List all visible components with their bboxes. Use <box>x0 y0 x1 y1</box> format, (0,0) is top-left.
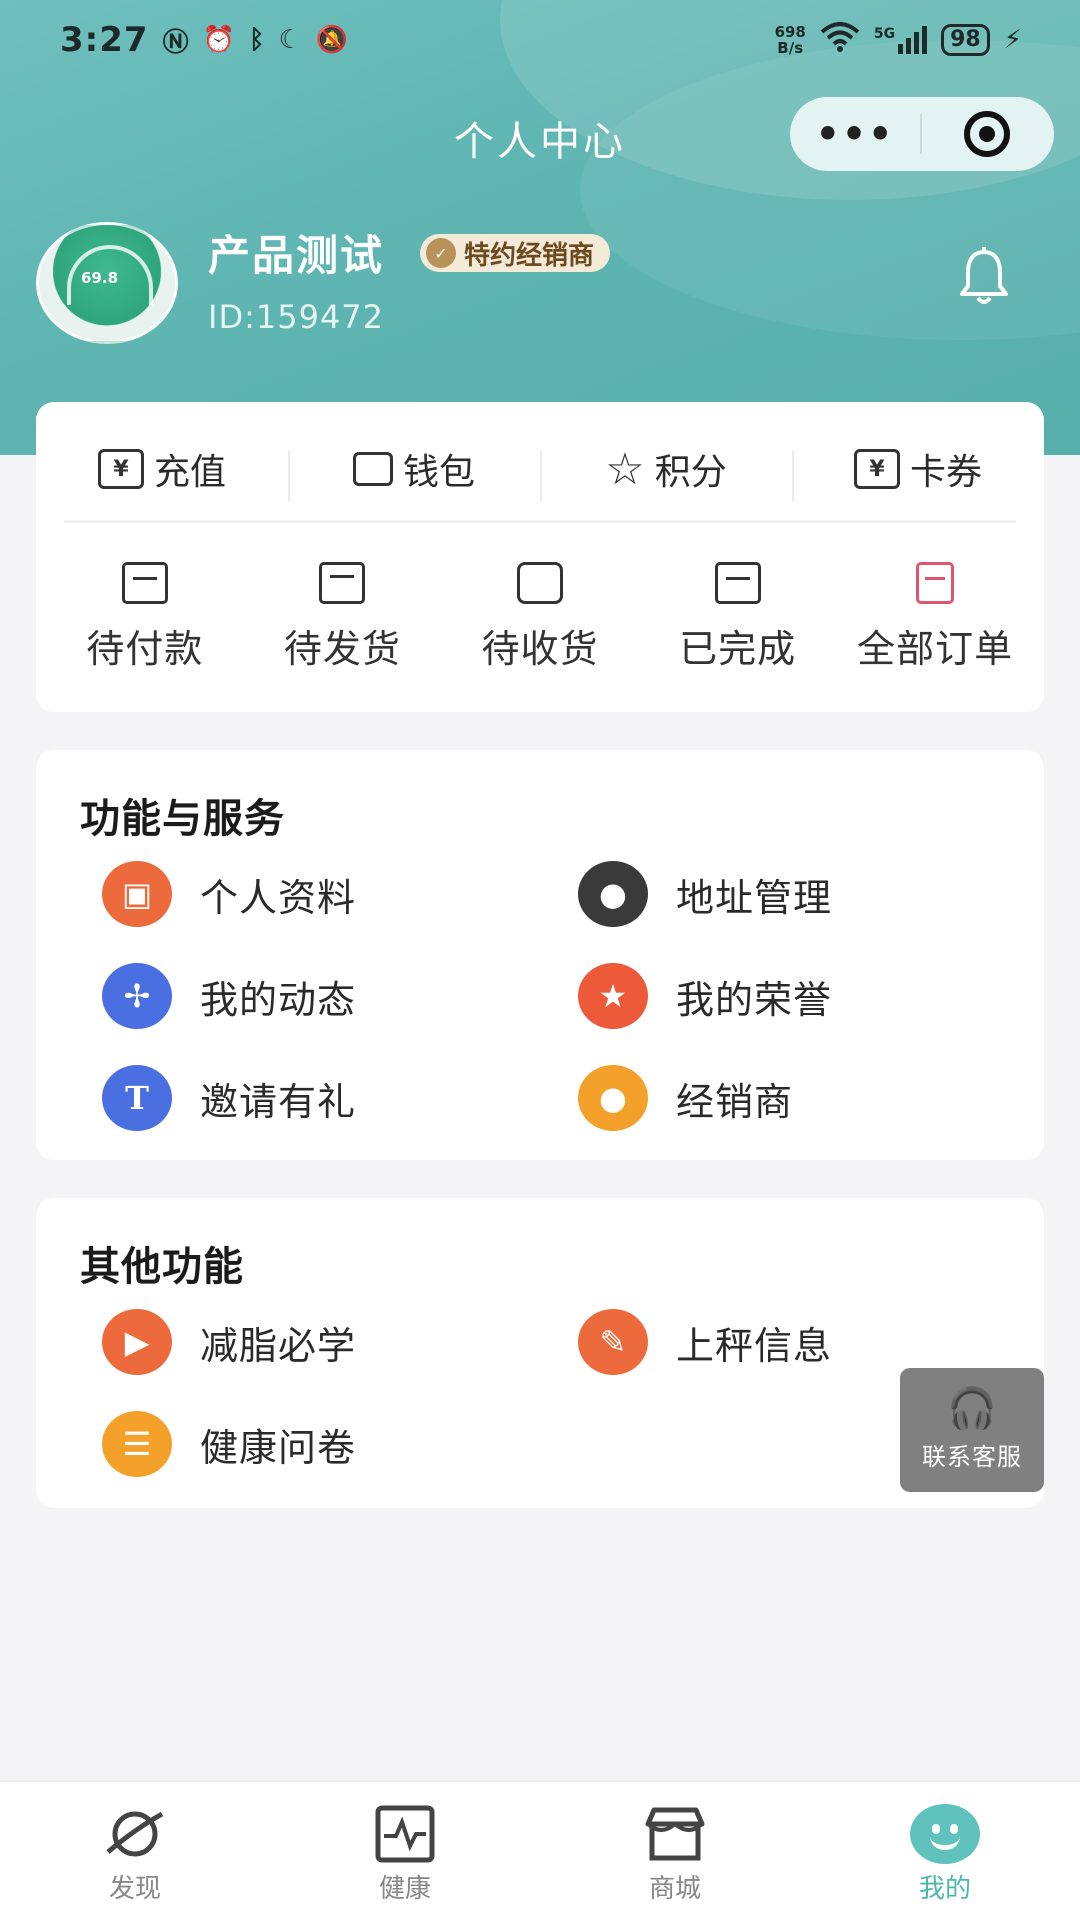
target-icon <box>964 111 1010 157</box>
services-grid: ▣ 个人资料 ● 地址管理 ✢ 我的动态 ★ 我的荣誉 T 邀请有礼 ● 经销商 <box>102 858 1002 1134</box>
service-item-distributor[interactable]: ● 经销商 <box>578 1062 1002 1134</box>
star-outline-icon: ☆ <box>605 443 645 495</box>
recharge-button[interactable]: ¥ 充值 <box>36 443 288 495</box>
pending-shipment-button[interactable]: 待发货 <box>244 562 442 673</box>
pending-payment-button[interactable]: 待付款 <box>46 562 244 673</box>
assets-orders-card: ¥ 充值 钱包 ☆ 积分 ¥ 卡券 待付款 待发货 待收货 已完成 全部订单 <box>36 402 1044 712</box>
pending-receipt-button[interactable]: 待收货 <box>441 562 639 673</box>
avatar[interactable]: 69.8 <box>36 222 178 344</box>
customer-service-button[interactable]: 🎧 联系客服 <box>900 1368 1044 1492</box>
bluetooth-icon: ᛒ <box>248 25 265 55</box>
tab-discover[interactable]: 发现 <box>0 1782 270 1920</box>
smiley-icon <box>910 1804 980 1864</box>
pending-payment-icon <box>121 562 168 604</box>
notification-bell-icon[interactable] <box>954 246 1014 308</box>
service-item-activity[interactable]: ✢ 我的动态 <box>102 960 578 1032</box>
network-speed: 698 B/s <box>774 23 806 57</box>
user-id: ID:159472 <box>208 298 385 336</box>
store-icon <box>640 1804 710 1864</box>
status-time: 3:27 <box>60 20 149 60</box>
nfc-icon: Ⓝ <box>162 27 189 58</box>
member-badge: ✓ 特约经销商 <box>420 234 611 272</box>
box-icon <box>319 562 366 604</box>
signal-icon: 5G <box>874 26 928 54</box>
service-item-invite[interactable]: T 邀请有礼 <box>102 1062 578 1134</box>
star-badge-icon: ★ <box>578 963 648 1029</box>
coupon-icon: ¥ <box>853 449 900 489</box>
title-bar: 个人中心 ••• <box>0 95 1080 175</box>
battery-indicator: 98 <box>941 24 990 56</box>
other-functions-card: 其他功能 ▶ 减脂必学 ✎ 上秤信息 ☰ 健康问卷 <box>36 1198 1044 1508</box>
all-orders-button[interactable]: 全部订单 <box>836 562 1034 673</box>
order-status-row: 待付款 待发货 待收货 已完成 全部订单 <box>46 562 1034 673</box>
mini-program-capsule: ••• <box>790 97 1054 171</box>
completed-button[interactable]: 已完成 <box>639 562 837 673</box>
truck-icon <box>516 562 563 604</box>
person-icon: ● <box>578 1065 648 1131</box>
video-play-icon: ▶ <box>102 1309 172 1375</box>
profile-section: 69.8 产品测试 ✓ 特约经销商 ID:159472 <box>36 222 1044 344</box>
service-item-address[interactable]: ● 地址管理 <box>578 858 1002 930</box>
profile-card-icon: ▣ <box>102 861 172 927</box>
status-bar: 3:27 Ⓝ ⏰ ᛒ ☾ 🔕 698 B/s 5G 98 ⚡ <box>0 0 1080 80</box>
message-check-icon <box>714 562 761 604</box>
planet-icon <box>100 1804 170 1864</box>
charging-icon: ⚡ <box>1003 25 1022 55</box>
pinwheel-icon: ✢ <box>102 963 172 1029</box>
section-title: 其他功能 <box>80 1244 244 1290</box>
document-icon <box>916 562 955 604</box>
close-mini-program-button[interactable] <box>922 111 1052 157</box>
heartbeat-icon <box>370 1804 440 1864</box>
other-functions-grid: ▶ 减脂必学 ✎ 上秤信息 ☰ 健康问卷 <box>102 1306 1002 1480</box>
alarm-icon: ⏰ <box>202 25 235 55</box>
location-pin-icon: ● <box>578 861 648 927</box>
letter-t-icon: T <box>102 1065 172 1131</box>
badge-icon: ✓ <box>426 238 456 268</box>
tab-mine[interactable]: 我的 <box>810 1782 1080 1920</box>
points-button[interactable]: ☆ 积分 <box>540 443 792 501</box>
wifi-icon <box>820 21 860 59</box>
user-name: 产品测试 <box>208 231 385 280</box>
tab-store[interactable]: 商城 <box>540 1782 810 1920</box>
wallet-icon <box>352 452 393 486</box>
yuan-icon: ¥ <box>97 449 144 489</box>
divider <box>64 520 1016 523</box>
coupons-button[interactable]: ¥ 卡券 <box>792 443 1044 501</box>
service-item-profile[interactable]: ▣ 个人资料 <box>102 858 578 930</box>
asset-row: ¥ 充值 钱包 ☆ 积分 ¥ 卡券 <box>36 424 1044 514</box>
wallet-button[interactable]: 钱包 <box>288 443 540 501</box>
edit-note-icon: ✎ <box>578 1309 648 1375</box>
other-item-questionnaire[interactable]: ☰ 健康问卷 <box>102 1408 578 1480</box>
moon-icon: ☾ <box>278 25 302 55</box>
headset-icon: 🎧 <box>947 1385 997 1432</box>
section-title: 功能与服务 <box>80 796 285 842</box>
more-options-button[interactable]: ••• <box>790 115 920 153</box>
services-card: 功能与服务 ▣ 个人资料 ● 地址管理 ✢ 我的动态 ★ 我的荣誉 T 邀请有礼… <box>36 750 1044 1160</box>
service-item-honors[interactable]: ★ 我的荣誉 <box>578 960 1002 1032</box>
mute-icon: 🔕 <box>315 25 349 55</box>
other-item-fat-loss[interactable]: ▶ 减脂必学 <box>102 1306 578 1378</box>
checklist-icon: ☰ <box>102 1411 172 1477</box>
tab-health[interactable]: 健康 <box>270 1782 540 1920</box>
bottom-tab-bar: 发现 健康 商城 我的 <box>0 1780 1080 1920</box>
